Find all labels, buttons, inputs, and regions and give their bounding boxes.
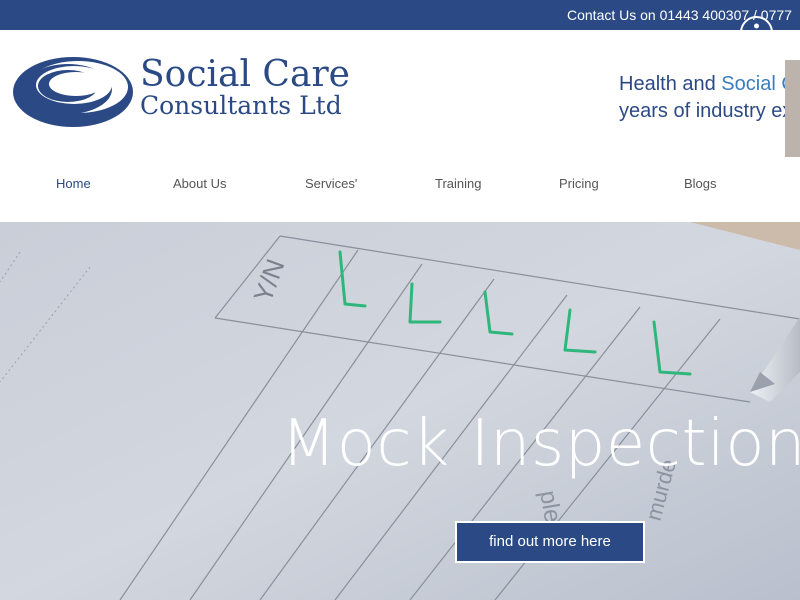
logo-line-1: Social Care: [140, 54, 350, 95]
hero-title: Mock Inspections: [281, 407, 800, 481]
logo-wordmark: Social Care Consultants Ltd: [140, 55, 350, 119]
find-out-more-button[interactable]: find out more here: [455, 521, 645, 563]
nav-pricing[interactable]: Pricing: [559, 176, 599, 191]
scrollbar-thumb[interactable]: [785, 60, 800, 157]
top-contact-bar: Contact Us on 01443 400307 / 0777: [0, 0, 800, 49]
logo-swoosh-icon: [13, 57, 133, 127]
tagline-line-2: years of industry exp: [619, 100, 800, 122]
header-tagline: Health and Social C years of industry ex…: [619, 71, 800, 125]
hero-banner: Y/N please murde Mock Inspections find o…: [0, 222, 800, 600]
nav-home[interactable]: Home: [56, 176, 91, 191]
nav-services[interactable]: Services': [305, 176, 357, 191]
company-logo[interactable]: Social Care Consultants Ltd: [12, 55, 350, 131]
nav-about-us[interactable]: About Us: [173, 176, 226, 191]
site-header: Social Care Consultants Ltd Health and S…: [0, 30, 800, 222]
main-navigation: Home About Us Services' Training Pricing…: [0, 176, 800, 208]
nav-training[interactable]: Training: [435, 176, 481, 191]
logo-line-2: Consultants Ltd: [140, 91, 342, 120]
tagline-part-a: Health and: [619, 73, 722, 95]
nav-blogs[interactable]: Blogs: [684, 176, 717, 191]
